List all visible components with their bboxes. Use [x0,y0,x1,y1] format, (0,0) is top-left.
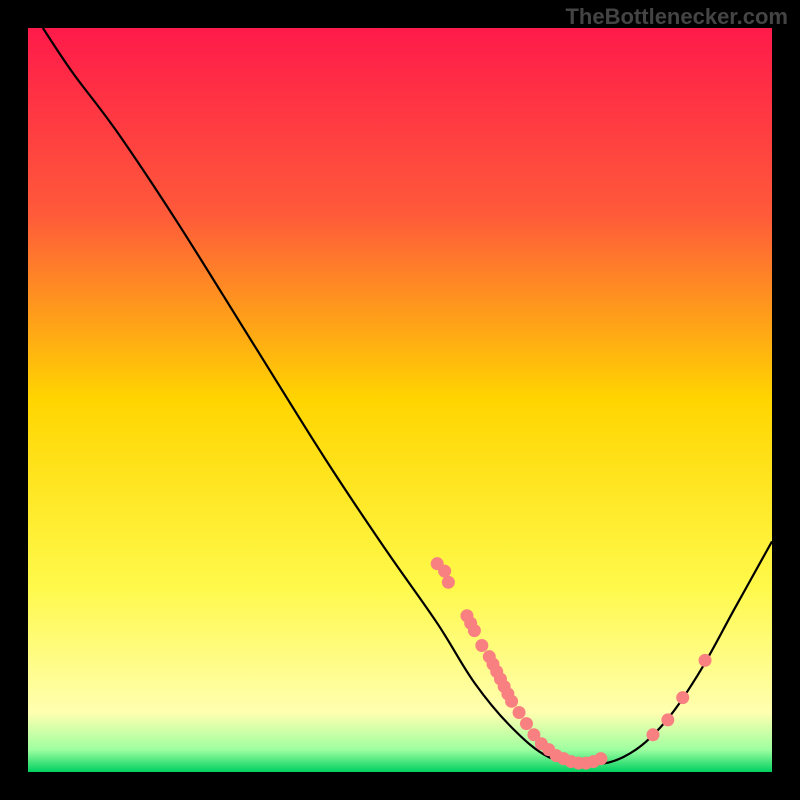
data-point [475,639,488,652]
data-point [513,706,526,719]
data-point [438,565,451,578]
data-point [646,728,659,741]
data-point [676,691,689,704]
watermark-text: TheBottlenecker.com [565,4,788,30]
data-point [505,695,518,708]
data-point [468,624,481,637]
data-point [661,713,674,726]
data-point [594,752,607,765]
gradient-background [28,28,772,772]
chart-plot [28,28,772,772]
chart-container: TheBottlenecker.com [0,0,800,800]
data-point [442,576,455,589]
data-point [520,717,533,730]
data-point [699,654,712,667]
